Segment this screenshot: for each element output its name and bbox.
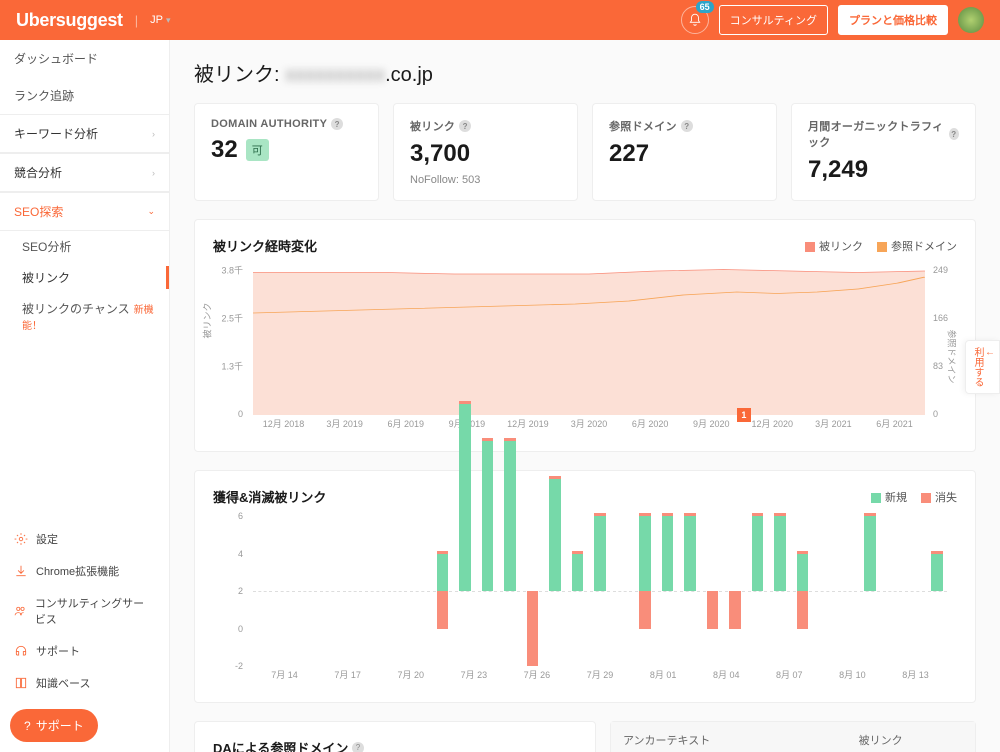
card-traffic: 月間オーガニックトラフィック? 7,249 — [791, 103, 976, 201]
logo: Ubersuggest — [16, 10, 123, 31]
sidebar-item-seo[interactable]: SEO探索⌄ — [0, 192, 169, 231]
help-icon[interactable]: ? — [331, 118, 343, 130]
chart-legend: 被リンク 参照ドメイン — [805, 238, 957, 254]
people-icon — [14, 604, 27, 618]
sidebar-item-rank[interactable]: ランク追跡 — [0, 77, 169, 114]
sidebar-foot-settings[interactable]: 設定 — [0, 523, 169, 555]
bar-col — [860, 516, 879, 666]
bar-col — [703, 516, 722, 666]
bar-col — [725, 516, 744, 666]
bar-col — [658, 516, 677, 666]
bar-col — [523, 516, 542, 666]
bell-icon — [688, 13, 702, 27]
notif-badge: 65 — [696, 1, 714, 13]
bar-col — [905, 516, 924, 666]
bar-col — [433, 516, 452, 666]
download-icon — [14, 564, 28, 578]
panel-backlink-trend: 被リンク経時変化 被リンク 参照ドメイン 被リンク 3.8千 2.5千 1.3千… — [194, 219, 976, 452]
bar-col — [748, 516, 767, 666]
bar-col — [613, 516, 632, 666]
bar-col — [838, 516, 857, 666]
sidebar-foot-support[interactable]: サポート — [0, 635, 169, 667]
panel-da-domains: DAによる参照ドメイン ? 60 40 — [194, 721, 596, 752]
consulting-button[interactable]: コンサルティング — [719, 5, 828, 35]
help-icon[interactable]: ? — [681, 120, 693, 132]
panel-anchor-table: アンカーテキスト被リンク https://xxxxxxx.co.jp/101ht… — [610, 721, 976, 752]
avatar[interactable] — [958, 7, 984, 33]
chart-legend: 新規 消失 — [871, 489, 957, 505]
sidebar: ダッシュボード ランク追跡 キーワード分析› 競合分析› SEO探索⌄ SEO分… — [0, 40, 170, 752]
page-title: 被リンク: xxxxxxxxxx.co.jp — [194, 58, 976, 87]
bar-col — [320, 516, 339, 666]
sidebar-item-keyword[interactable]: キーワード分析› — [0, 114, 169, 153]
sidebar-foot-kb[interactable]: 知識ベース — [0, 667, 169, 699]
help-icon[interactable]: ? — [949, 128, 959, 140]
chevron-right-icon: › — [152, 129, 155, 139]
bar-col — [770, 516, 789, 666]
help-icon[interactable]: ? — [459, 120, 471, 132]
sidebar-sub-seo-analysis[interactable]: SEO分析 — [0, 231, 169, 262]
headset-icon — [14, 644, 28, 658]
sidebar-foot-consult[interactable]: コンサルティングサービス — [0, 587, 169, 635]
bar-col — [815, 516, 834, 666]
bar-col — [590, 516, 609, 666]
sidebar-foot-chrome[interactable]: Chrome拡張機能 — [0, 555, 169, 587]
bar-col — [410, 516, 429, 666]
panel-gain-loss: 獲得&消滅被リンク 新規 消失 6 4 2 0 -2 7月 147月 177月 … — [194, 470, 976, 703]
language-picker[interactable]: JP ▾ — [150, 14, 170, 26]
gain-loss-chart: 6 4 2 0 -2 7月 147月 177月 207月 237月 267月 2… — [213, 516, 957, 686]
bar-col — [928, 516, 947, 666]
bar-col — [680, 516, 699, 666]
bar-col — [635, 516, 654, 666]
chevron-down-icon: ⌄ — [147, 206, 155, 217]
book-icon — [14, 676, 28, 690]
app-header: Ubersuggest | JP ▾ 65 コンサルティング プランと価格比較 — [0, 0, 1000, 40]
side-tab-use[interactable]: 利用する — [965, 340, 1000, 394]
bar-col — [793, 516, 812, 666]
sidebar-sub-backlink-chance[interactable]: 被リンクのチャンス新機能！ — [0, 293, 169, 339]
plans-button[interactable]: プランと価格比較 — [838, 5, 948, 35]
bar-col — [545, 516, 564, 666]
bar-col — [568, 516, 587, 666]
bar-col — [365, 516, 384, 666]
sidebar-sub-backlinks[interactable]: 被リンク — [0, 262, 169, 293]
gear-icon — [14, 532, 28, 546]
card-backlinks: 被リンク? 3,700 NoFollow: 503 — [393, 103, 578, 201]
bar-col — [500, 516, 519, 666]
backlink-trend-chart: 被リンク 3.8千 2.5千 1.3千 0 249 166 83 0 参照ドメイ… — [213, 265, 957, 435]
chevron-down-icon: ▾ — [166, 15, 171, 26]
support-button[interactable]: ?サポート — [10, 709, 98, 742]
bar-col — [343, 516, 362, 666]
bar-col — [883, 516, 902, 666]
bar-col — [253, 516, 272, 666]
anchor-table: アンカーテキスト被リンク https://xxxxxxx.co.jp/101ht… — [611, 722, 975, 752]
card-da: DOMAIN AUTHORITY? 32可 — [194, 103, 379, 201]
card-refdomains: 参照ドメイン? 227 — [592, 103, 777, 201]
chevron-right-icon: › — [152, 168, 155, 178]
bar-col — [275, 516, 294, 666]
help-icon[interactable]: ? — [352, 742, 364, 752]
metric-cards: DOMAIN AUTHORITY? 32可 被リンク? 3,700 NoFoll… — [194, 103, 976, 201]
notifications-button[interactable]: 65 — [681, 6, 709, 34]
bar-col — [478, 516, 497, 666]
bar-col — [388, 516, 407, 666]
bar-col — [298, 516, 317, 666]
sidebar-item-compete[interactable]: 競合分析› — [0, 153, 169, 192]
main-content: 被リンク: xxxxxxxxxx.co.jp DOMAIN AUTHORITY?… — [170, 40, 1000, 752]
bar-col — [455, 516, 474, 666]
help-icon: ? — [24, 719, 31, 733]
sidebar-item-dashboard[interactable]: ダッシュボード — [0, 40, 169, 77]
